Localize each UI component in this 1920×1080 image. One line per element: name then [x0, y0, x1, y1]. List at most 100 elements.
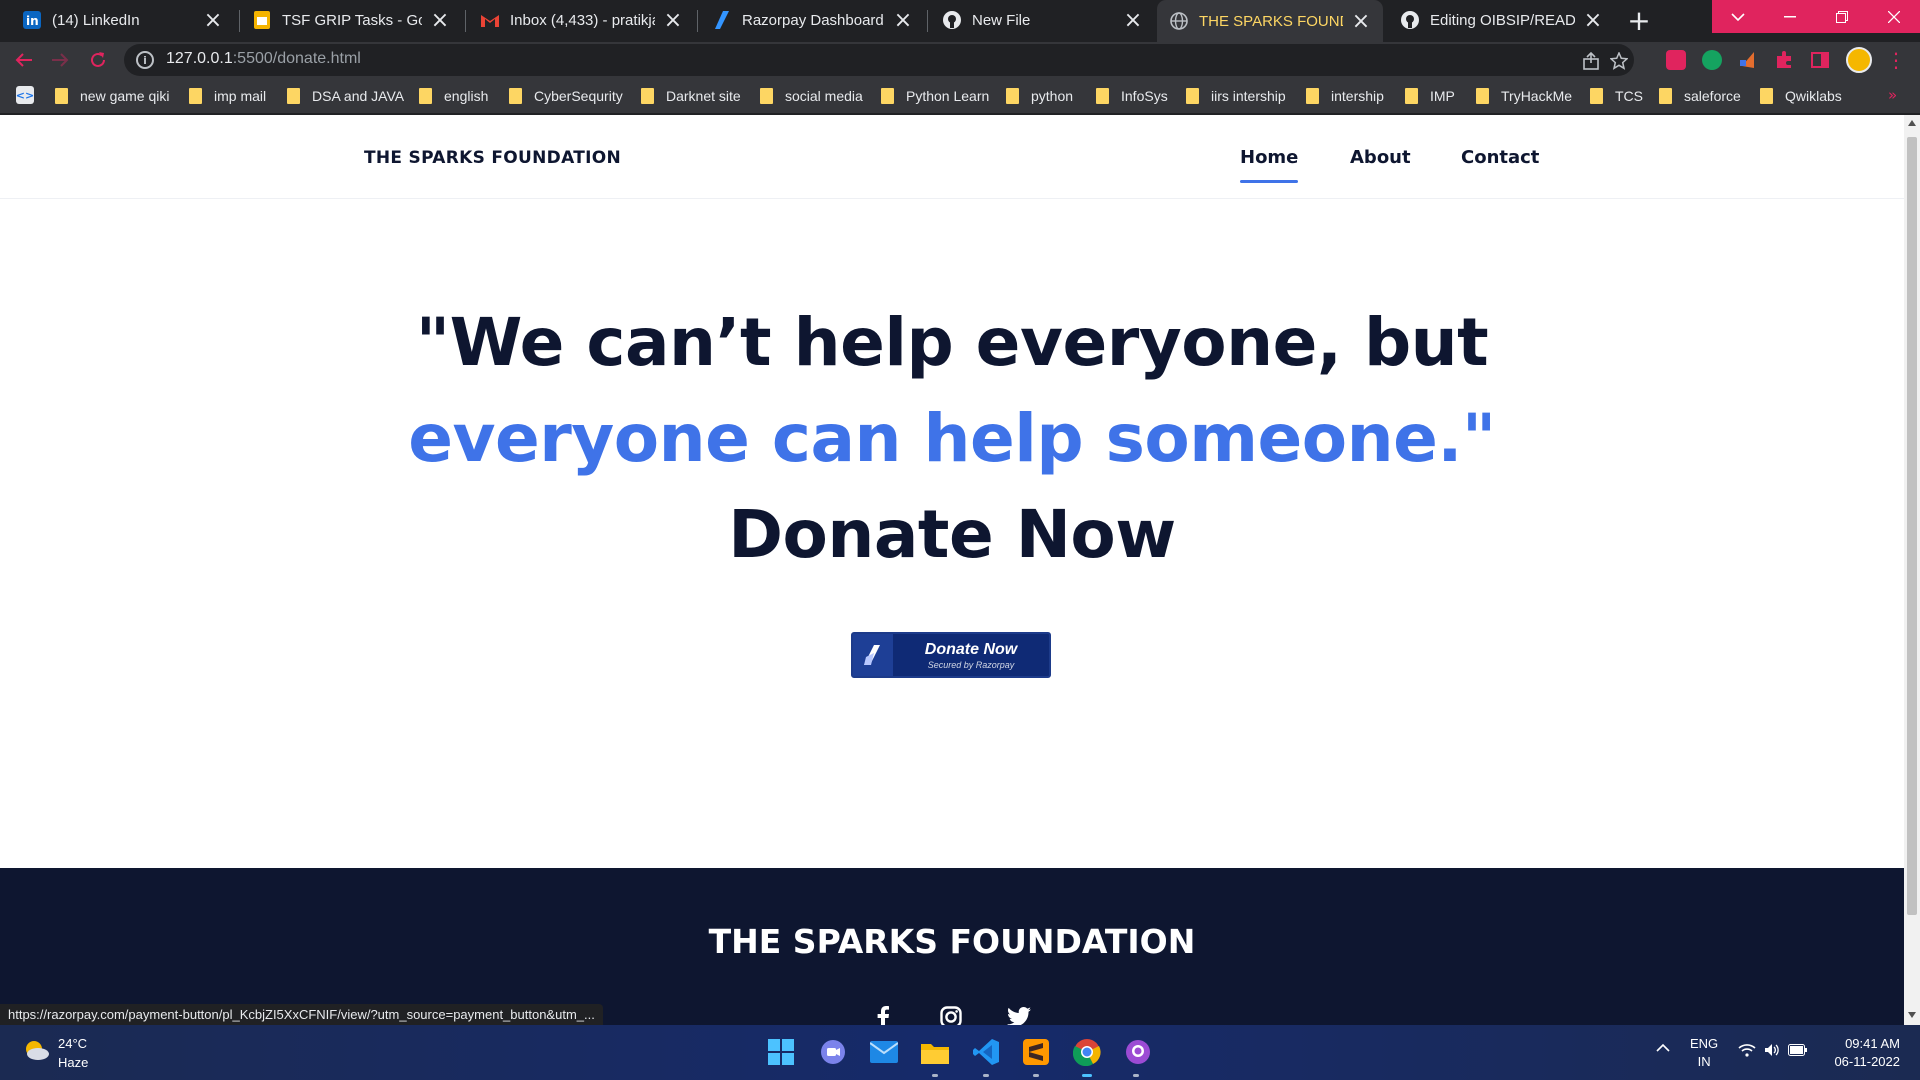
bookmark-folder[interactable]: Qwiklabs: [1760, 86, 1842, 106]
bookmark-folder[interactable]: Darknet site: [641, 86, 741, 106]
windows-start-button[interactable]: [766, 1037, 796, 1067]
weather-temperature[interactable]: 24°C: [58, 1036, 87, 1051]
page-viewport: THE SPARKS FOUNDATION Home About Contact…: [0, 115, 1904, 1025]
input-language-indicator[interactable]: ENG IN: [1690, 1035, 1718, 1071]
scroll-thumb[interactable]: [1907, 137, 1917, 915]
weather-haze-icon[interactable]: [22, 1039, 50, 1061]
share-icon[interactable]: [1580, 50, 1602, 72]
folder-icon: [1590, 88, 1603, 104]
bookmark-folder[interactable]: python: [1006, 86, 1073, 106]
tab-search-button[interactable]: [1712, 0, 1764, 33]
browser-toolbar: i 127.0.0.1:5500/donate.html ⋮: [0, 42, 1920, 78]
razorpay-icon: [712, 10, 732, 30]
forward-button[interactable]: [48, 48, 72, 72]
minimize-button[interactable]: [1764, 0, 1816, 33]
bookmark-folder[interactable]: DSA and JAVA: [287, 86, 404, 106]
bookmark-folder[interactable]: IMP: [1405, 86, 1455, 106]
vscode-icon[interactable]: [971, 1037, 1001, 1067]
wifi-icon[interactable]: [1738, 1043, 1756, 1060]
nav-home[interactable]: Home: [1240, 147, 1299, 183]
tab-strip: in (14) LinkedIn × TSF GRIP Tasks - Goog…: [0, 0, 1920, 42]
bookmark-folder[interactable]: TCS: [1590, 86, 1643, 106]
sublime-text-icon[interactable]: [1021, 1037, 1051, 1067]
page-scrollbar[interactable]: [1904, 115, 1920, 1025]
tab-gmail[interactable]: Inbox (4,433) - pratikjaypatil ×: [468, 0, 695, 40]
bookmarks-overflow-button[interactable]: »: [1888, 86, 1897, 104]
bookmark-star-icon[interactable]: [1608, 50, 1630, 72]
razorpay-icon: [853, 634, 893, 676]
grammarly-extension-icon[interactable]: [1702, 50, 1722, 70]
reload-button[interactable]: [86, 48, 110, 72]
folder-icon: [1306, 88, 1319, 104]
system-clock[interactable]: 09:41 AM 06-11-2022: [1820, 1035, 1900, 1071]
info-icon[interactable]: i: [136, 51, 154, 69]
restore-icon: [1836, 10, 1848, 23]
show-hidden-icons-button[interactable]: [1656, 1041, 1670, 1056]
scroll-up-icon[interactable]: [1908, 119, 1916, 127]
puzzle-extensions-icon[interactable]: [1774, 50, 1794, 70]
battery-icon[interactable]: [1788, 1044, 1808, 1059]
close-icon[interactable]: ×: [1351, 9, 1371, 34]
tab-github-readme[interactable]: Editing OIBSIP/README.md ×: [1388, 0, 1615, 40]
close-window-button[interactable]: [1868, 0, 1920, 33]
bookmark-folder[interactable]: InfoSys: [1096, 86, 1168, 106]
close-icon[interactable]: ×: [893, 8, 913, 33]
url-host: 127.0.0.1: [166, 50, 233, 67]
tab-razorpay[interactable]: Razorpay Dashboard ×: [700, 0, 925, 40]
clock-date: 06-11-2022: [1834, 1054, 1900, 1069]
side-panel-icon[interactable]: [1810, 50, 1830, 70]
tab-linkedin[interactable]: in (14) LinkedIn ×: [10, 0, 235, 40]
chrome-icon[interactable]: [1072, 1037, 1102, 1067]
new-tab-button[interactable]: +: [1623, 4, 1655, 37]
close-icon[interactable]: ×: [203, 8, 223, 33]
running-indicator: [932, 1074, 938, 1077]
volume-icon[interactable]: [1764, 1043, 1780, 1060]
extension-icon[interactable]: [1738, 50, 1758, 70]
language-code: ENG: [1690, 1036, 1719, 1051]
avatar[interactable]: [1846, 47, 1872, 73]
menu-kebab-icon[interactable]: ⋮: [1886, 48, 1906, 72]
restore-button[interactable]: [1816, 0, 1868, 33]
site-brand[interactable]: THE SPARKS FOUNDATION: [364, 148, 621, 168]
teams-chat-icon[interactable]: [818, 1037, 848, 1067]
bookmark-folder[interactable]: saleforce: [1659, 86, 1741, 106]
chevron-up-icon: [1656, 1043, 1670, 1052]
bookmark-folder[interactable]: CyberSequrity: [509, 86, 623, 106]
folder-icon: [55, 88, 68, 104]
bookmark-folder[interactable]: imp mail: [189, 86, 266, 106]
github-desktop-icon[interactable]: [1123, 1037, 1153, 1067]
razorpay-donate-button[interactable]: Donate Now Secured by Razorpay: [851, 632, 1051, 678]
close-icon[interactable]: ×: [1123, 8, 1143, 33]
tab-title: THE SPARKS FOUNDATION: [1199, 12, 1343, 30]
tab-sparks-foundation[interactable]: THE SPARKS FOUNDATION ×: [1157, 0, 1383, 42]
weather-description[interactable]: Haze: [58, 1055, 88, 1070]
tab-github-newfile[interactable]: New File ×: [930, 0, 1155, 40]
address-bar[interactable]: i 127.0.0.1:5500/donate.html: [124, 44, 1634, 76]
facebook-icon[interactable]: [870, 1004, 896, 1025]
donate-button-label: Donate Now: [924, 640, 1018, 658]
bookmark-folder[interactable]: intership: [1306, 86, 1384, 106]
bookmark-folder[interactable]: english: [419, 86, 488, 106]
reload-icon: [91, 52, 105, 67]
nav-contact[interactable]: Contact: [1461, 147, 1539, 168]
bookmark-folder[interactable]: Python Learn: [881, 86, 989, 106]
tab-sheets[interactable]: TSF GRIP Tasks - Google Sheets ×: [240, 0, 462, 40]
tab-title: Editing OIBSIP/README.md: [1430, 11, 1575, 29]
bookmark-folder[interactable]: iirs intership: [1186, 86, 1286, 106]
instagram-icon[interactable]: [938, 1004, 964, 1025]
close-icon[interactable]: ×: [663, 8, 683, 33]
youtube-extension-icon[interactable]: [1666, 50, 1686, 70]
nav-about[interactable]: About: [1350, 147, 1411, 168]
twitter-icon[interactable]: [1006, 1004, 1032, 1025]
bookmark-folder[interactable]: new game qiki: [55, 86, 170, 106]
close-icon[interactable]: ×: [1583, 8, 1603, 33]
file-explorer-icon[interactable]: [920, 1037, 950, 1067]
mail-icon[interactable]: [869, 1037, 899, 1067]
apps-bookmark-icon[interactable]: <>: [16, 86, 34, 104]
scroll-down-icon[interactable]: [1908, 1011, 1916, 1019]
bookmark-folder[interactable]: TryHackMe: [1476, 86, 1572, 106]
close-icon[interactable]: ×: [430, 8, 450, 33]
back-button[interactable]: [12, 48, 36, 72]
bookmark-folder[interactable]: social media: [760, 86, 863, 106]
url-text[interactable]: 127.0.0.1:5500/donate.html: [166, 50, 361, 68]
